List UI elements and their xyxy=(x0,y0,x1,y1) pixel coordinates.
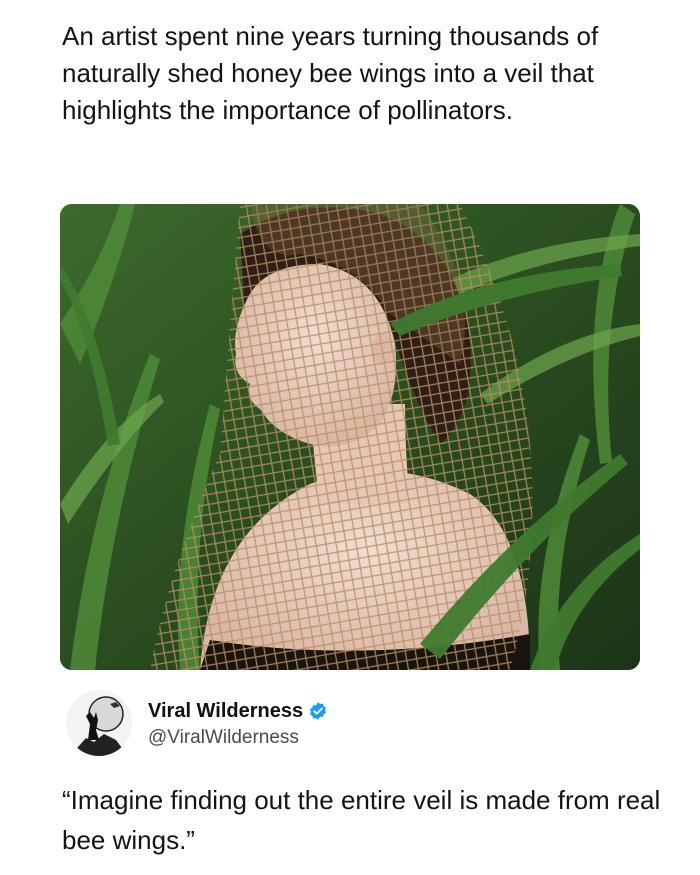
tweet-author[interactable]: Viral Wilderness @ViralWilderness xyxy=(66,690,626,760)
avatar[interactable] xyxy=(66,690,132,756)
author-name[interactable]: Viral Wilderness xyxy=(148,698,303,724)
veil-photo[interactable] xyxy=(60,204,640,670)
veil-photo-illustration xyxy=(60,204,640,670)
verified-badge-icon xyxy=(308,701,328,721)
wolf-howling-moon-avatar-icon xyxy=(66,690,132,756)
tweet-text: “Imagine finding out the entire veil is … xyxy=(62,785,661,855)
post-headline: An artist spent nine years turning thous… xyxy=(62,21,599,125)
author-handle[interactable]: @ViralWilderness xyxy=(148,724,328,752)
